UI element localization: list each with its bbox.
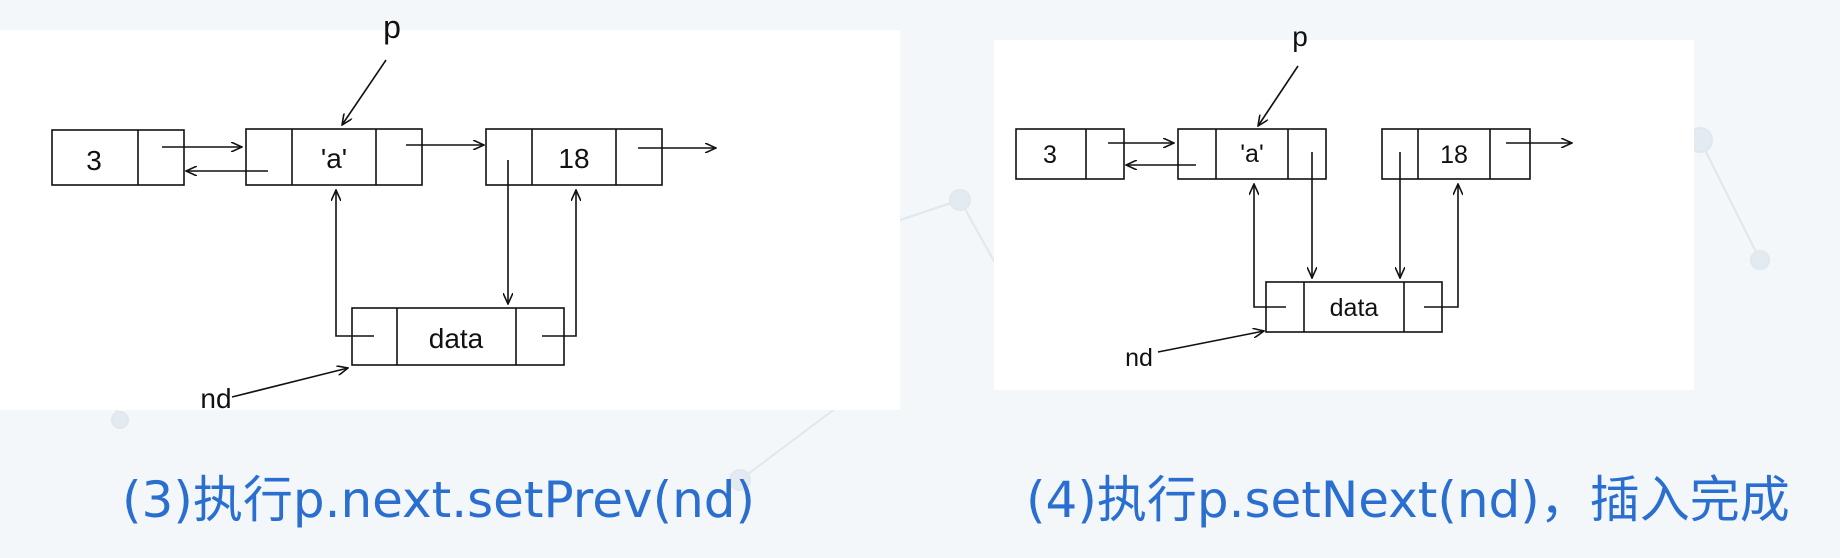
pointer-nd-label: nd [1125, 344, 1153, 372]
caption-step-3: (3)执行p.next.setPrev(nd) [122, 471, 756, 529]
node-a-label: 'a' [1240, 140, 1263, 168]
node-data-label: data [1330, 294, 1379, 322]
node-18-label: 18 [1440, 141, 1468, 169]
node-18-label: 18 [558, 143, 589, 174]
linked-list-diagram-4: 3 'a' 18 data p nd [994, 21, 1694, 390]
diagram-step-4: 3 'a' 18 data p nd (4)执行p.setNext(nd)，插入… [920, 0, 1840, 558]
diagram-step-3: 3 'a' 18 data p nd (3)执行p.next.setPrev(n… [0, 0, 900, 558]
pointer-p-label: p [1292, 21, 1308, 52]
node-data-label: data [429, 323, 484, 354]
pointer-nd-label: nd [200, 383, 231, 414]
caption-step-4: (4)执行p.setNext(nd)，插入完成 [1026, 471, 1790, 529]
node-a-label: 'a' [321, 143, 347, 174]
node-3-label: 3 [1043, 141, 1057, 169]
node-3-label: 3 [86, 145, 102, 176]
linked-list-diagram-3: 3 'a' 18 data p nd [0, 9, 900, 414]
diagram-canvas [994, 40, 1694, 390]
pointer-p-label: p [383, 9, 401, 45]
